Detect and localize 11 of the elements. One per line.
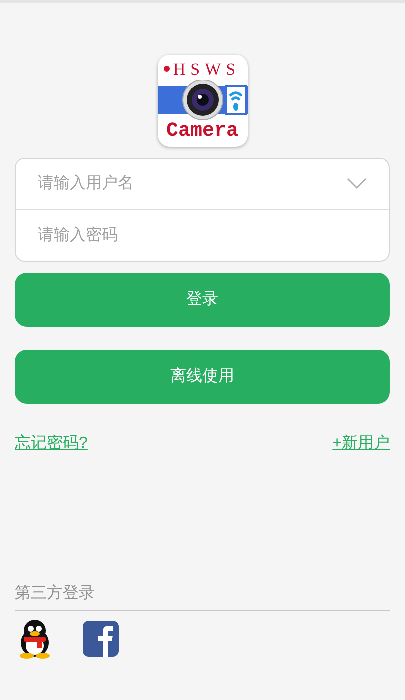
facebook-icon[interactable] [83, 621, 119, 657]
penguin-icon[interactable] [17, 619, 53, 659]
register-link[interactable]: +新用户 [332, 432, 390, 456]
password-field[interactable]: 请输入密码 [38, 224, 367, 248]
offline-button[interactable]: 离线使用 [15, 350, 390, 404]
section-title: 第三方登录 [15, 584, 96, 604]
logo-text: Camera [166, 122, 238, 142]
forgot-password-link[interactable]: 忘记密码? [15, 432, 88, 456]
login-button[interactable]: 登录 [15, 273, 390, 327]
logo-text: HSWS [173, 60, 241, 78]
username-field[interactable]: 请输入用户名 [38, 172, 347, 196]
